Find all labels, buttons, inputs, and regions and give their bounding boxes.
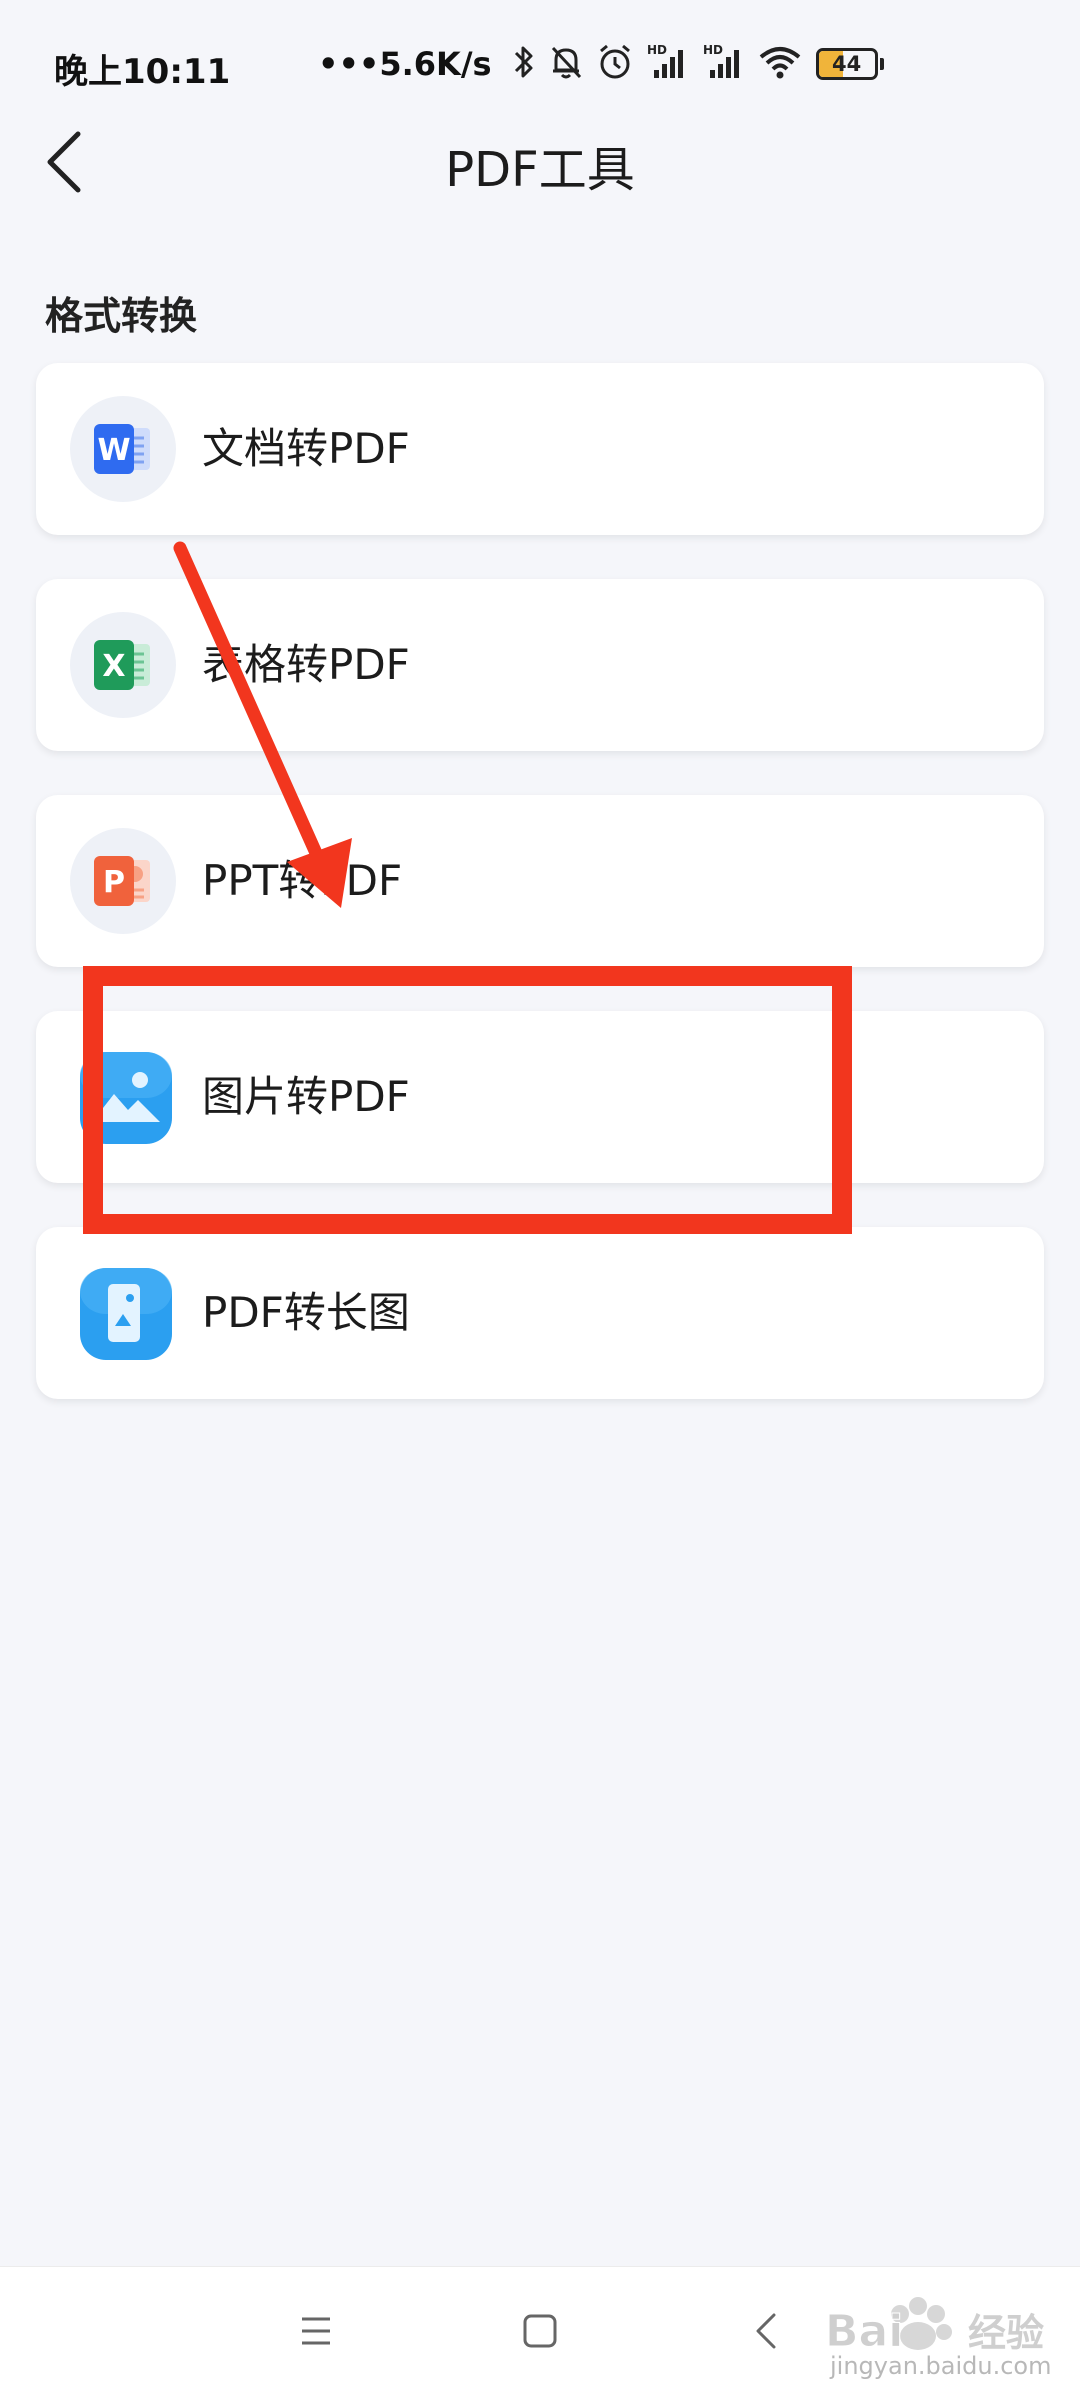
tool-item-label: 图片转PDF bbox=[202, 1072, 410, 1121]
tool-item-image-to-pdf[interactable]: 图片转PDF bbox=[36, 1011, 1044, 1183]
status-time: 晚上10:11 bbox=[54, 52, 231, 92]
tool-item-label: 文档转PDF bbox=[202, 424, 410, 473]
svg-text:X: X bbox=[102, 649, 125, 684]
tool-item-label: PDF转长图 bbox=[202, 1288, 410, 1337]
status-icons: •••5.6K/s HD HD 44 bbox=[318, 38, 884, 90]
image-icon bbox=[70, 1044, 176, 1150]
alarm-icon bbox=[596, 42, 634, 86]
annotation-overlay bbox=[83, 541, 852, 1234]
svg-text:HD: HD bbox=[647, 43, 667, 57]
tool-item-sheet-to-pdf[interactable]: X 表格转PDF bbox=[36, 579, 1044, 751]
home-square-icon[interactable] bbox=[500, 2291, 580, 2371]
svg-text:W: W bbox=[97, 433, 130, 468]
bluetooth-icon bbox=[512, 42, 536, 86]
section-title: 格式转换 bbox=[45, 294, 198, 338]
tool-item-label: 表格转PDF bbox=[202, 640, 410, 689]
page-title: PDF工具 bbox=[445, 142, 635, 198]
watermark-url: jingyan.baidu.com bbox=[830, 2352, 1052, 2380]
svg-text:HD: HD bbox=[703, 43, 723, 57]
menu-icon[interactable] bbox=[276, 2291, 356, 2371]
wifi-icon bbox=[758, 42, 802, 86]
tool-item-doc-to-pdf[interactable]: W 文档转PDF bbox=[36, 363, 1044, 535]
tool-item-ppt-to-pdf[interactable]: P PPT转PDF bbox=[36, 795, 1044, 967]
bell-off-icon bbox=[548, 42, 584, 86]
long-image-icon bbox=[70, 1260, 176, 1366]
hd-signal-icon: HD bbox=[646, 42, 690, 86]
svg-text:P: P bbox=[103, 865, 125, 900]
svg-text:经验: 经验 bbox=[968, 2311, 1044, 2355]
hd-signal-icon: HD bbox=[702, 42, 746, 86]
status-bar: 晚上10:11 •••5.6K/s HD HD 44 bbox=[0, 0, 1080, 130]
back-chevron-icon[interactable] bbox=[728, 2291, 808, 2371]
tool-item-pdf-to-long-image[interactable]: PDF转长图 bbox=[36, 1227, 1044, 1399]
ppt-slide-icon: P bbox=[70, 828, 176, 934]
network-speed: •••5.6K/s bbox=[318, 45, 492, 83]
tool-item-label: PPT转PDF bbox=[202, 856, 403, 905]
battery-icon: 44 bbox=[815, 48, 884, 80]
svg-text:Bai: Bai bbox=[825, 2306, 903, 2357]
battery-level: 44 bbox=[831, 52, 862, 76]
word-doc-icon: W bbox=[70, 396, 176, 502]
excel-sheet-icon: X bbox=[70, 612, 176, 718]
